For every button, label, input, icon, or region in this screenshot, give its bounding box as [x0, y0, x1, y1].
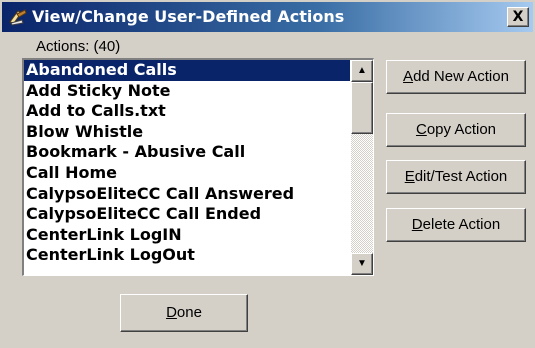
- scroll-down-icon: ▼: [357, 258, 367, 269]
- list-item[interactable]: CenterLink LogIN: [24, 225, 350, 246]
- done-label: one: [176, 304, 202, 321]
- delete-mnemonic: D: [411, 216, 423, 233]
- actions-listbox[interactable]: Abandoned Calls Add Sticky Note Add to Cal…: [22, 58, 374, 276]
- copy-action-button[interactable]: Copy Action: [386, 113, 526, 147]
- add-new-label: dd New Action: [413, 68, 509, 85]
- close-icon: X: [512, 9, 524, 25]
- list-item[interactable]: CenterLink LogOut: [24, 245, 350, 266]
- delete-action-button[interactable]: Delete Action: [386, 208, 526, 242]
- scroll-up-icon: ▲: [357, 65, 367, 76]
- close-button[interactable]: X: [507, 7, 529, 27]
- list-item[interactable]: CalypsoEliteCC Call Ended: [24, 204, 350, 225]
- scroll-down-button[interactable]: ▼: [351, 253, 373, 275]
- edit-test-label: dit/Test Action: [414, 168, 508, 185]
- list-item[interactable]: CalypsoEliteCC Call Answered: [24, 184, 350, 205]
- list-item[interactable]: Add Sticky Note: [24, 81, 350, 102]
- scroll-up-button[interactable]: ▲: [351, 60, 373, 82]
- list-item[interactable]: Add to Calls.txt: [24, 101, 350, 122]
- add-new-action-button[interactable]: Add New Action: [386, 60, 526, 94]
- edit-test-action-button[interactable]: Edit/Test Action: [386, 160, 526, 194]
- list-item[interactable]: Blow Whistle: [24, 122, 350, 143]
- window-title: View/Change User-Defined Actions: [32, 7, 345, 26]
- list-item[interactable]: Bookmark - Abusive Call: [24, 142, 350, 163]
- list-item[interactable]: Call Home: [24, 163, 350, 184]
- add-new-mnemonic: A: [403, 68, 414, 85]
- copy-label: opy Action: [426, 121, 497, 138]
- vertical-scrollbar[interactable]: ▲ ▼: [351, 60, 373, 275]
- scroll-thumb[interactable]: [351, 82, 373, 134]
- dialog-window: View/Change User-Defined Actions X Actio…: [0, 0, 535, 348]
- app-icon: [8, 8, 28, 26]
- title-bar[interactable]: View/Change User-Defined Actions X: [2, 2, 533, 32]
- delete-label: elete Action: [422, 216, 501, 233]
- actions-count-label: Actions: (40): [36, 38, 121, 55]
- done-mnemonic: D: [166, 304, 177, 321]
- actions-list: Abandoned Calls Add Sticky Note Add to Cal…: [24, 60, 350, 266]
- copy-mnemonic: C: [415, 121, 427, 138]
- done-button[interactable]: Done: [120, 294, 248, 332]
- edit-test-mnemonic: E: [404, 168, 415, 185]
- list-item[interactable]: Abandoned Calls: [24, 60, 350, 81]
